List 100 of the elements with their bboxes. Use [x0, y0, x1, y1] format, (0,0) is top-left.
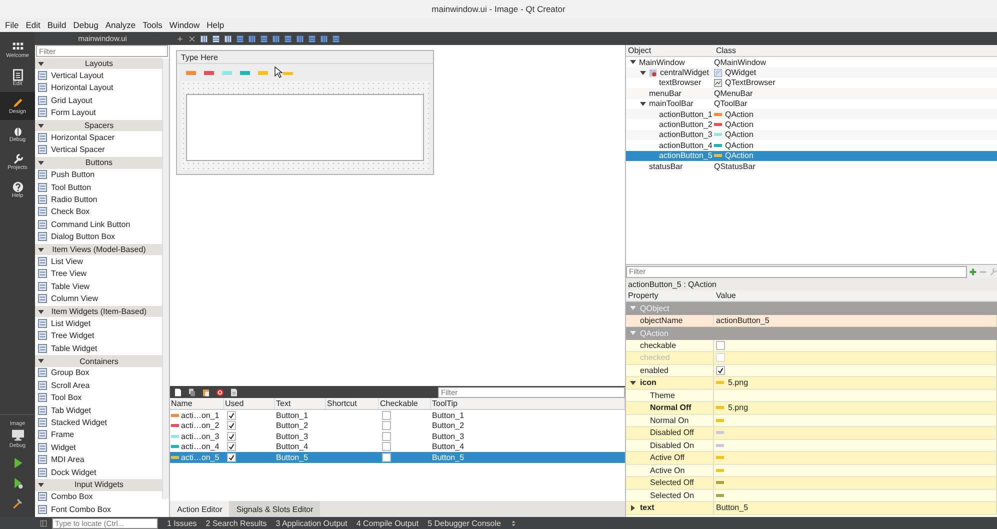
layout-tool-icon[interactable] [260, 34, 268, 42]
expand-arrow-icon[interactable] [640, 100, 646, 107]
widget-item[interactable]: Stacked Widget [35, 416, 162, 429]
action-row[interactable]: acti…on_3 Button_3 Button_3 [170, 431, 625, 442]
used-checkbox[interactable] [227, 410, 236, 420]
widget-item[interactable]: Dock Widget [35, 466, 162, 478]
widget-item[interactable]: Combo Box [35, 490, 162, 504]
menu-item[interactable]: Analyze [105, 20, 136, 30]
object-row[interactable]: statusBar QStatusBar [626, 160, 997, 172]
action-icon[interactable] [204, 70, 214, 74]
paste-icon[interactable] [202, 388, 210, 396]
menu-item[interactable]: Tools [142, 20, 162, 30]
action-row[interactable]: acti…on_2 Button_2 Button_2 [170, 420, 625, 431]
category-header[interactable]: Item Views (Model-Based) [35, 242, 162, 256]
action-row[interactable]: acti…on_4 Button_4 Button_4 [170, 442, 625, 452]
property-row[interactable]: checkable [626, 340, 997, 352]
widget-item[interactable]: Horizontal Spacer [35, 131, 162, 144]
property-row[interactable]: Active On [626, 464, 997, 477]
widget-item[interactable]: Grid Layout [35, 94, 162, 107]
property-row[interactable]: Selected Off [626, 477, 997, 490]
layout-tool-icon[interactable] [272, 34, 280, 42]
column-header[interactable]: Object [626, 46, 714, 55]
document-icon[interactable] [230, 388, 238, 396]
widget-item[interactable]: Table Widget [35, 342, 162, 354]
widget-item[interactable]: Vertical Layout [35, 69, 162, 82]
column-header[interactable]: Name [170, 398, 224, 409]
menu-item[interactable]: Edit [26, 20, 40, 30]
editor-tab[interactable]: Signals & Slots Editor [229, 501, 320, 517]
checkable-checkbox[interactable] [382, 421, 391, 430]
property-row[interactable]: text Button_5 [626, 502, 997, 514]
property-row[interactable]: Theme [626, 390, 997, 402]
column-header[interactable]: Text [275, 398, 326, 409]
menu-item[interactable]: Debug [73, 20, 98, 30]
widget-item[interactable]: List View [35, 255, 162, 268]
layout-tool-icon[interactable] [308, 34, 316, 42]
checkable-checkbox[interactable] [382, 432, 391, 441]
checkable-checkbox[interactable] [382, 452, 391, 462]
column-header[interactable]: Class [714, 46, 997, 55]
run-icon[interactable] [12, 457, 24, 469]
property-row[interactable]: Active Off [626, 452, 997, 464]
widget-item[interactable]: Check Box [35, 206, 162, 218]
layout-tool-icon[interactable] [224, 34, 232, 42]
output-pane-button[interactable]: 5 Debugger Console [428, 518, 501, 528]
category-header[interactable]: Buttons [35, 156, 162, 169]
object-row[interactable]: menuBar QMenuBar [626, 88, 997, 99]
expand-arrow-icon[interactable] [640, 70, 646, 76]
output-pane-button[interactable]: 3 Application Output [276, 518, 348, 528]
expand-arrow-icon[interactable] [630, 59, 636, 66]
used-checkbox[interactable] [227, 452, 236, 462]
widget-item[interactable]: Command Link Button [35, 218, 162, 230]
text-browser[interactable] [186, 94, 424, 161]
property-value[interactable]: actionButton_5 [716, 316, 770, 325]
widget-item[interactable]: List Widget [35, 317, 162, 330]
widget-item[interactable]: Scroll Area [35, 379, 162, 392]
column-header[interactable]: Property [626, 291, 714, 300]
action-row[interactable]: acti…on_5 Button_5 Button_5 [170, 452, 625, 462]
used-checkbox[interactable] [227, 421, 236, 430]
debug-run-icon[interactable] [12, 477, 24, 489]
property-checkbox[interactable] [716, 340, 725, 350]
sidebar-toggle-icon[interactable] [40, 520, 47, 526]
category-header[interactable]: Layouts [35, 57, 162, 70]
widget-item[interactable]: Tree Widget [35, 330, 162, 342]
layout-tool-icon[interactable] [332, 34, 340, 42]
output-pane-button[interactable]: 4 Compile Output [356, 518, 419, 528]
layout-tool-icon[interactable] [284, 34, 292, 42]
new-document-icon[interactable] [174, 388, 182, 396]
column-header[interactable]: Value [714, 291, 997, 300]
property-row[interactable]: Disabled On [626, 440, 997, 452]
layout-tool-icon[interactable] [200, 34, 208, 42]
widget-item[interactable]: Push Button [35, 168, 162, 181]
hammer-icon[interactable] [12, 497, 24, 509]
widget-item[interactable]: Column View [35, 292, 162, 305]
object-row[interactable]: textBrowser QTextBrowser [626, 78, 997, 88]
property-row[interactable]: Normal On [626, 414, 997, 427]
used-checkbox[interactable] [227, 432, 236, 441]
category-header[interactable]: Input Widgets [35, 478, 162, 491]
editor-tab[interactable]: Action Editor [170, 501, 230, 517]
object-row[interactable]: centralWidget QWidget [626, 67, 997, 78]
property-row[interactable]: Selected On [626, 490, 997, 502]
checkable-checkbox[interactable] [382, 410, 391, 420]
property-value[interactable]: Button_5 [716, 503, 748, 512]
up-down-arrow-icon[interactable] [510, 520, 517, 526]
delete-icon[interactable] [216, 388, 224, 396]
object-row[interactable]: actionButton_3 QAction [626, 130, 997, 140]
column-header[interactable]: Checkable [379, 398, 431, 409]
object-row[interactable]: actionButton_2 QAction [626, 119, 997, 130]
copy-icon[interactable] [188, 388, 196, 396]
action-row[interactable]: acti…on_1 Button_1 Button_1 [170, 410, 625, 420]
menu-item[interactable]: File [5, 20, 19, 30]
widget-item[interactable]: Frame [35, 428, 162, 442]
layout-tool-icon[interactable] [212, 34, 220, 42]
menu-item[interactable]: Window [169, 20, 200, 30]
layout-tool-icon[interactable] [248, 34, 256, 42]
widget-item[interactable]: Tab Widget [35, 404, 162, 416]
menu-placeholder[interactable]: Type Here [181, 52, 218, 62]
expand-arrow-icon[interactable] [630, 504, 636, 511]
widget-item[interactable]: Horizontal Layout [35, 82, 162, 94]
widget-item[interactable]: MDI Area [35, 454, 162, 466]
layout-tool-icon[interactable] [236, 34, 244, 42]
action-icon[interactable] [240, 70, 250, 74]
